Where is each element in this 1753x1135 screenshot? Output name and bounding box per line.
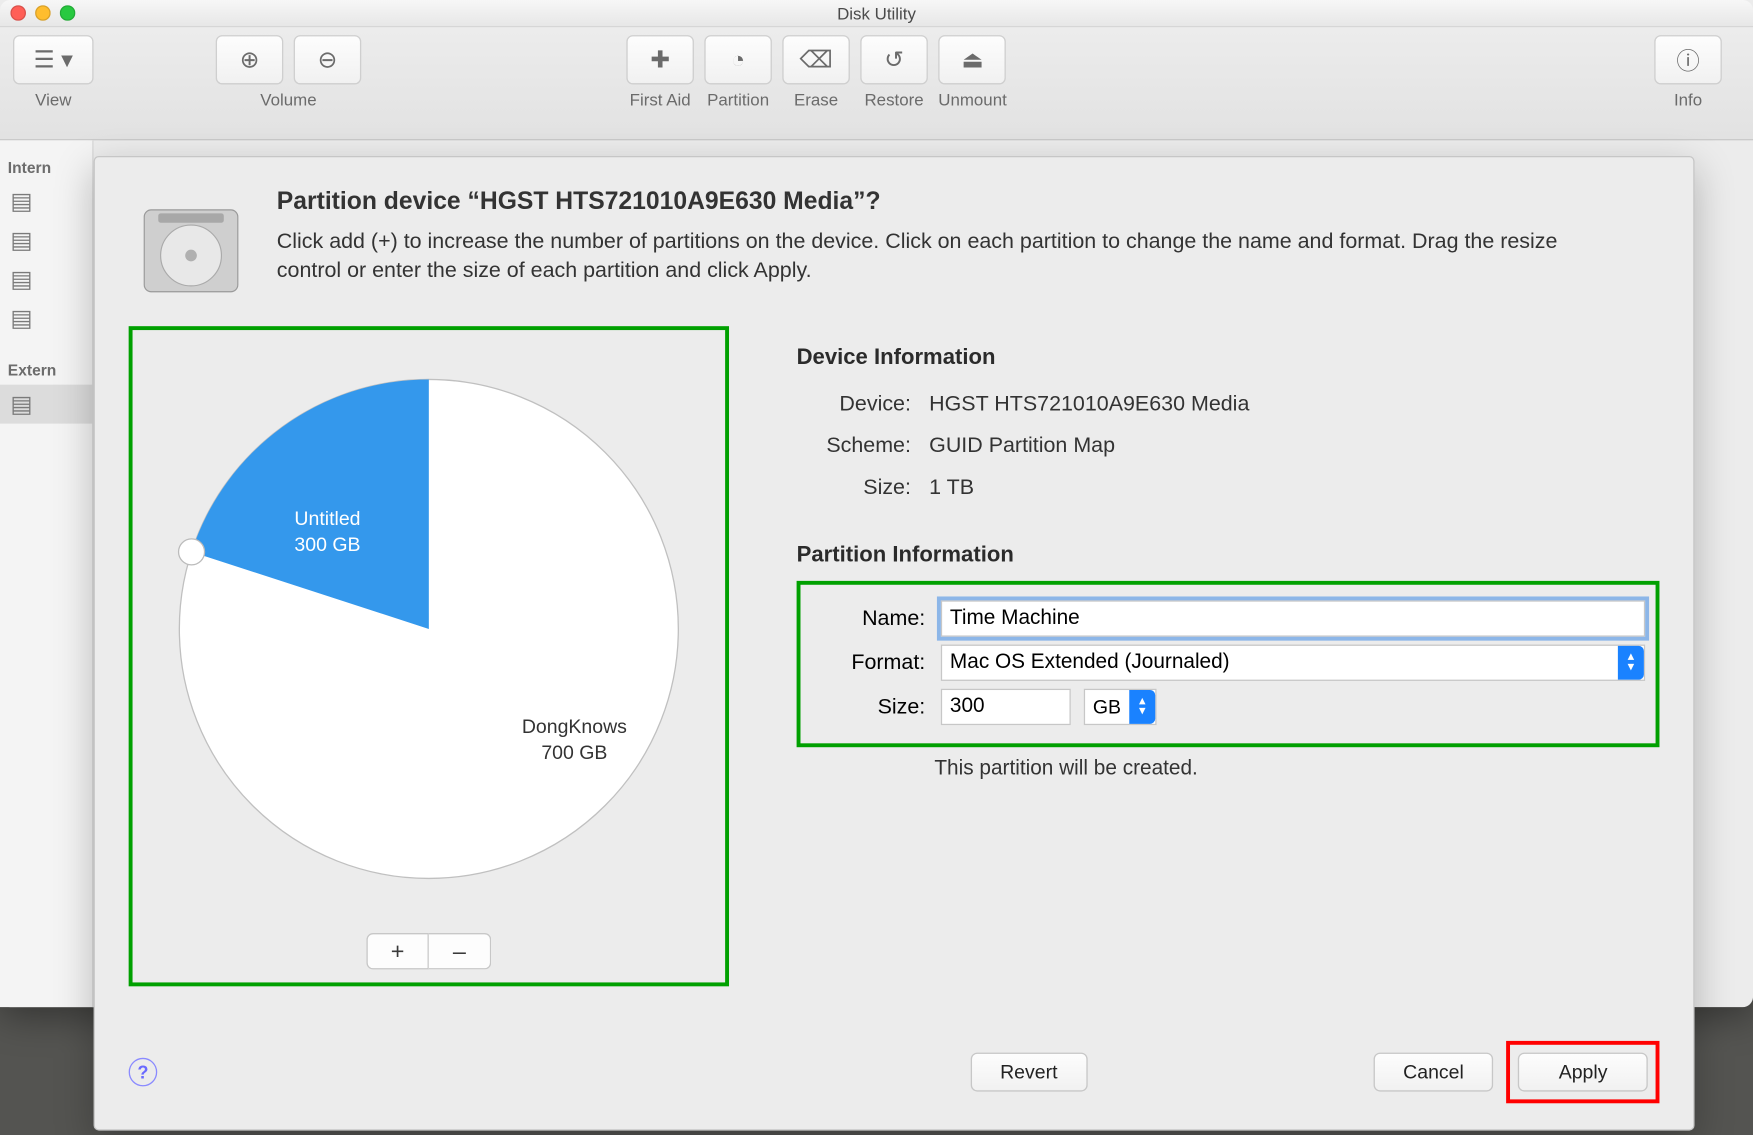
- sidebar-item-internal-disk[interactable]: ▤: [0, 221, 92, 260]
- first-aid-label: First Aid: [630, 90, 691, 109]
- size-unit-select[interactable]: GB ▴▾: [1084, 689, 1157, 725]
- partition-hint: This partition will be created.: [934, 758, 1659, 781]
- titlebar: Disk Utility: [0, 0, 1753, 27]
- stethoscope-icon: ✚: [650, 46, 670, 73]
- chevron-updown-icon: ▴▾: [1129, 690, 1155, 724]
- partition-name-input[interactable]: [941, 600, 1645, 636]
- size-unit-value: GB: [1093, 696, 1121, 718]
- sheet-description: Click add (+) to increase the number of …: [277, 227, 1577, 285]
- partition-form: Name: Format: Mac OS Extended (Journaled…: [797, 581, 1660, 747]
- sidebar-external-header: Extern: [0, 353, 92, 384]
- drive-icon: ▤: [10, 305, 32, 332]
- eject-icon: ⏏: [961, 46, 983, 73]
- size-label: Size:: [797, 467, 911, 509]
- erase-button[interactable]: ⌫: [782, 35, 850, 84]
- drive-icon: ▤: [10, 266, 32, 293]
- partition-button[interactable]: ◔: [704, 35, 772, 84]
- disk-utility-window: Disk Utility ☰ ▾ View ⊕ ⊖ Volume ✚ First …: [0, 0, 1753, 1007]
- chevron-updown-icon: ▴▾: [1618, 646, 1644, 680]
- add-partition-button[interactable]: +: [366, 933, 428, 969]
- partition-pie-container: Untitled 300 GB DongKnows 700 GB + –: [129, 326, 729, 986]
- format-label: Format:: [800, 650, 925, 675]
- scheme-label: Scheme:: [797, 425, 911, 467]
- zoom-window-button[interactable]: [60, 5, 76, 21]
- format-select[interactable]: Mac OS Extended (Journaled) ▴▾: [941, 645, 1645, 681]
- device-value: HGST HTS721010A9E630 Media: [929, 383, 1249, 425]
- sidebar-icon: ☰ ▾: [34, 46, 73, 73]
- sheet-title: Partition device “HGST HTS721010A9E630 M…: [277, 188, 1577, 217]
- info-icon: ⓘ: [1676, 43, 1699, 77]
- sidebar-internal-header: Intern: [0, 151, 92, 182]
- restore-button[interactable]: ↺: [860, 35, 928, 84]
- slice-label: Untitled: [294, 508, 360, 530]
- info-label: Info: [1674, 90, 1702, 109]
- partition-label: Partition: [707, 90, 769, 109]
- help-button[interactable]: ?: [129, 1058, 158, 1087]
- restore-icon: ↺: [884, 46, 904, 73]
- pie-icon: ◔: [731, 46, 745, 73]
- sidebar-item-internal-disk[interactable]: ▤: [0, 260, 92, 299]
- window-title: Disk Utility: [0, 0, 1753, 27]
- sidebar-item-internal-disk[interactable]: ▤: [0, 182, 92, 221]
- close-window-button[interactable]: [10, 5, 26, 21]
- name-label: Name:: [800, 606, 925, 631]
- erase-icon: ⌫: [800, 46, 833, 73]
- drive-icon: ▤: [10, 227, 32, 254]
- size-value: 1 TB: [929, 467, 974, 509]
- view-button[interactable]: ☰ ▾: [13, 35, 94, 84]
- slice-size: 300 GB: [294, 534, 360, 556]
- toolbar: ☰ ▾ View ⊕ ⊖ Volume ✚ First Aid ◔ Partitio…: [0, 27, 1753, 140]
- restore-label: Restore: [864, 90, 923, 109]
- partition-size-input[interactable]: [941, 689, 1071, 725]
- partition-sheet: Partition device “HGST HTS721010A9E630 M…: [94, 156, 1695, 1131]
- erase-label: Erase: [794, 90, 838, 109]
- revert-button[interactable]: Revert: [970, 1053, 1087, 1092]
- drive-icon: ▤: [10, 390, 32, 417]
- resize-handle[interactable]: [179, 539, 205, 565]
- volume-label: Volume: [260, 90, 316, 109]
- scheme-value: GUID Partition Map: [929, 425, 1115, 467]
- drive-icon: ▤: [10, 188, 32, 215]
- slice-label: DongKnows: [522, 716, 627, 738]
- size-field-label: Size:: [800, 695, 925, 720]
- volume-remove-icon: ⊖: [318, 46, 338, 73]
- apply-highlight: Apply: [1507, 1041, 1660, 1103]
- volume-add-icon: ⊕: [240, 46, 260, 73]
- volume-add-button[interactable]: ⊕: [216, 35, 284, 84]
- apply-button[interactable]: Apply: [1518, 1053, 1647, 1092]
- format-value: Mac OS Extended (Journaled): [950, 651, 1230, 674]
- hard-drive-icon: [129, 188, 254, 313]
- device-info-heading: Device Information: [797, 344, 1660, 370]
- slice-size: 700 GB: [541, 742, 607, 764]
- partition-pie-chart[interactable]: Untitled 300 GB DongKnows 700 GB: [133, 330, 726, 928]
- unmount-label: Unmount: [938, 90, 1007, 109]
- sidebar-item-internal-disk[interactable]: ▤: [0, 299, 92, 338]
- view-label: View: [35, 90, 71, 109]
- remove-partition-button[interactable]: –: [429, 933, 491, 969]
- device-label: Device:: [797, 383, 911, 425]
- cancel-button[interactable]: Cancel: [1373, 1053, 1493, 1092]
- minimize-window-button[interactable]: [35, 5, 51, 21]
- partition-info-heading: Partition Information: [797, 542, 1660, 568]
- sidebar-item-external-disk[interactable]: ▤: [0, 385, 92, 424]
- unmount-button[interactable]: ⏏: [939, 35, 1007, 84]
- volume-remove-button[interactable]: ⊖: [294, 35, 362, 84]
- first-aid-button[interactable]: ✚: [626, 35, 694, 84]
- sidebar: Intern ▤ ▤ ▤ ▤ Extern ▤: [0, 140, 94, 1007]
- info-button[interactable]: ⓘ: [1654, 35, 1722, 84]
